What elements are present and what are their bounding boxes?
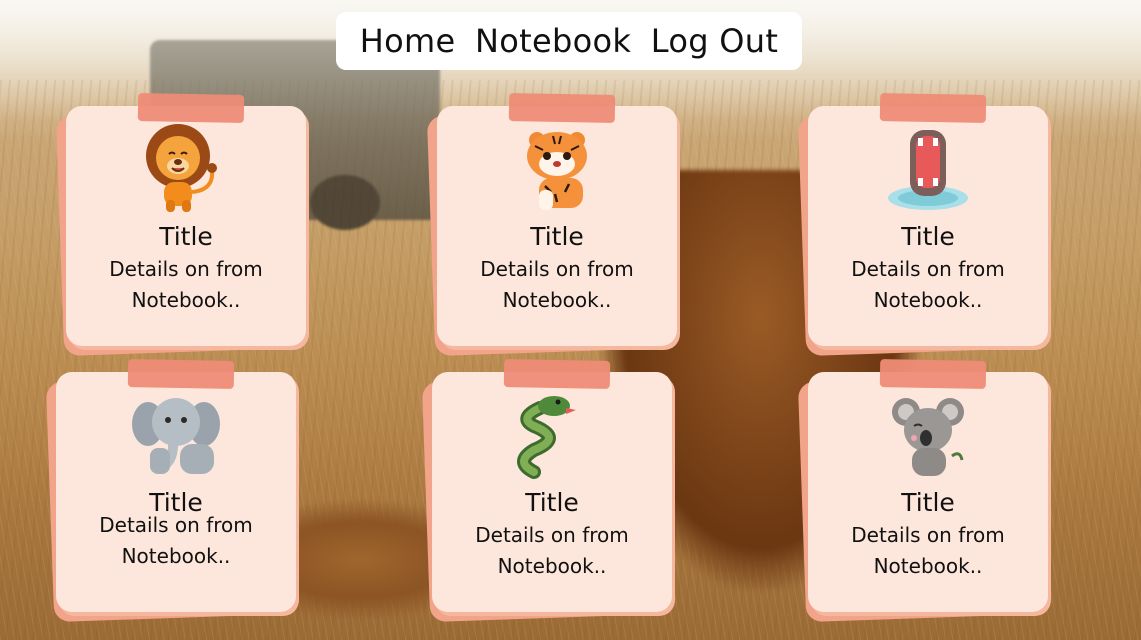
card-details: Details on from Notebook.. [851, 523, 1005, 578]
card-details: Details on from Notebook.. [480, 257, 634, 312]
card-title: Title [525, 488, 579, 517]
nav-notebook-link[interactable]: Notebook [475, 22, 631, 60]
card-details: Details on from Notebook.. [851, 257, 1005, 312]
notebook-card[interactable]: Title Details on from Notebook.. [55, 93, 306, 357]
nav-logout-link[interactable]: Log Out [651, 22, 778, 60]
card-title: Title [901, 222, 955, 251]
nav-home-link[interactable]: Home [360, 22, 456, 60]
card-title: Title [530, 222, 584, 251]
tiger-icon [507, 118, 607, 218]
hippo-icon [878, 118, 978, 218]
notebook-card[interactable]: Title Details on from Notebook.. [45, 359, 296, 623]
lion-icon [136, 118, 236, 218]
card-title: Title [159, 222, 213, 251]
card-details: Details on from Notebook.. [475, 523, 629, 578]
notebook-card[interactable]: Title Details on from Notebook.. [426, 93, 677, 357]
card-details: Details on from Notebook.. [109, 257, 263, 312]
elephant-icon [126, 384, 226, 484]
notebook-card[interactable]: Title Details on from Notebook.. [421, 359, 672, 623]
notebook-card[interactable]: Title Details on from Notebook.. [797, 93, 1048, 357]
card-title: Title [901, 488, 955, 517]
snake-icon [502, 384, 602, 484]
koala-icon [878, 384, 978, 484]
top-navigation: Home Notebook Log Out [336, 12, 802, 70]
card-details: Details on from Notebook.. [99, 513, 253, 568]
notebook-card[interactable]: Title Details on from Notebook.. [797, 359, 1048, 623]
